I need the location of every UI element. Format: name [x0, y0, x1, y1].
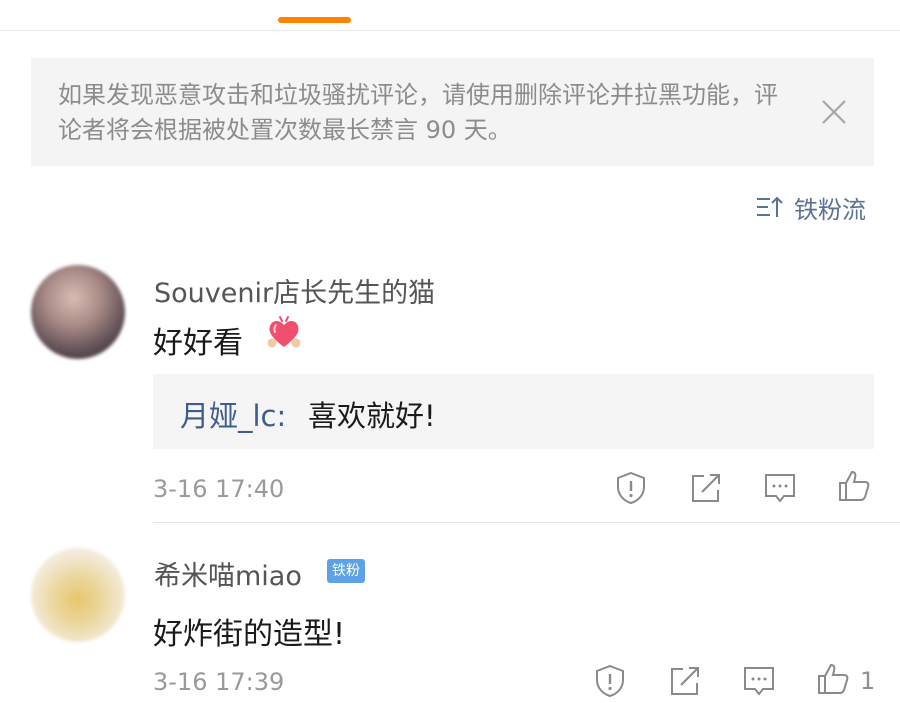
like-icon[interactable] — [836, 468, 872, 504]
comment-text: 好好看 — [153, 326, 243, 361]
report-icon[interactable] — [613, 470, 649, 506]
sort-label: 铁粉流 — [794, 195, 866, 224]
avatar[interactable] — [31, 548, 125, 642]
comment-text: 好炸街的造型! — [153, 617, 346, 652]
reply-box[interactable]: 月娅_lc: 喜欢就好! — [153, 374, 874, 449]
comment-timestamp: 3-16 17:39 — [153, 668, 285, 696]
sort-icon — [757, 196, 783, 217]
notice-text: 如果发现恶意攻击和垃圾骚扰评论，请使用删除评论并拉黑功能，评论者将会根据被处置次… — [58, 81, 778, 144]
active-tab-indicator — [278, 17, 351, 23]
comment-timestamp: 3-16 17:40 — [153, 475, 285, 503]
comment-username[interactable]: Souvenir店长先生的猫 — [154, 271, 435, 310]
fan-badge: 铁粉 — [327, 559, 365, 583]
moderation-notice: 如果发现恶意攻击和垃圾骚扰评论，请使用删除评论并拉黑功能，评论者将会根据被处置次… — [31, 58, 874, 166]
comment-icon[interactable] — [741, 663, 777, 699]
reply-text: 喜欢就好! — [308, 399, 436, 433]
comment-icon[interactable] — [762, 470, 798, 506]
heart-emoji-icon — [267, 316, 301, 348]
share-icon[interactable] — [688, 470, 724, 506]
like-count: 1 — [860, 667, 876, 695]
report-icon[interactable] — [592, 663, 628, 699]
close-icon[interactable] — [820, 98, 848, 126]
reply-username[interactable]: 月娅_lc: — [180, 393, 286, 435]
sort-toggle[interactable]: 铁粉流 — [756, 190, 866, 224]
avatar[interactable] — [31, 265, 125, 359]
comment-divider — [153, 522, 900, 523]
tab-bar — [0, 0, 900, 31]
like-icon[interactable] — [815, 661, 851, 697]
comment-username[interactable]: 希米喵miao — [154, 554, 302, 593]
share-icon[interactable] — [667, 663, 703, 699]
